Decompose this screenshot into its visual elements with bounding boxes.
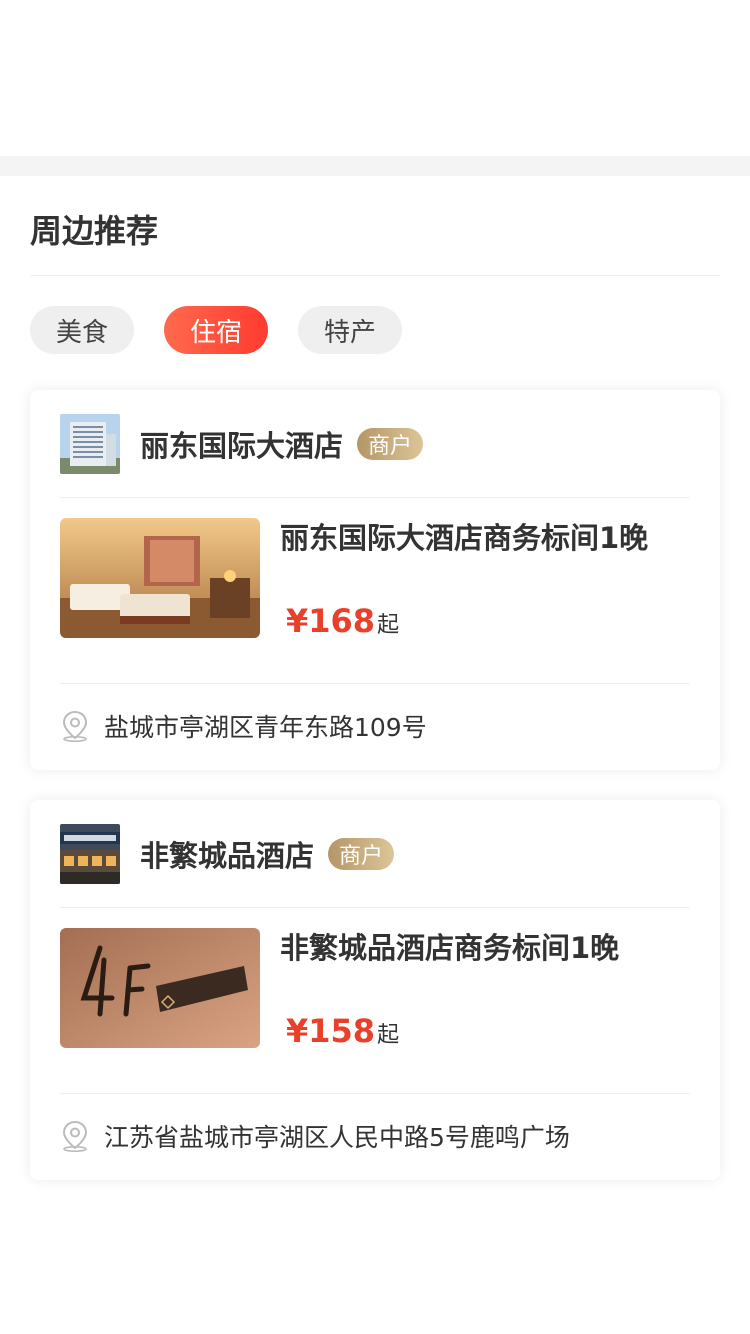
address-text: 江苏省盐城市亭湖区人民中路5号鹿鸣广场 <box>104 1123 570 1152</box>
price-suffix: 起 <box>377 1023 400 1048</box>
product-info: 丽东国际大酒店商务标间1晚 ¥168 起 <box>280 518 648 683</box>
price-suffix: 起 <box>377 613 400 638</box>
merchant-header[interactable]: 非繁城品酒店 商户 <box>60 800 690 908</box>
product-row[interactable]: 非繁城品酒店商务标间1晚 ¥158 起 <box>60 908 690 1094</box>
merchant-card[interactable]: 丽东国际大酒店 商户 丽东国际大酒店商务标间1晚 ¥168 起 盐城市亭湖区青年… <box>30 390 720 770</box>
tab-lodging[interactable]: 住宿 <box>164 306 268 354</box>
product-image <box>60 928 260 1048</box>
product-image <box>60 518 260 638</box>
merchant-badge: 商户 <box>357 427 424 460</box>
product-title: 丽东国际大酒店商务标间1晚 <box>280 521 649 555</box>
nearby-recommendations-section: 周边推荐 美食 住宿 特产 丽东国际大酒店 商户 丽东国际大酒店商务标间1晚 ¥… <box>0 176 750 1334</box>
store-logo-image <box>60 823 120 884</box>
store-name: 丽东国际大酒店 <box>140 428 344 463</box>
location-pin-icon <box>62 710 88 742</box>
address-row[interactable]: 江苏省盐城市亭湖区人民中路5号鹿鸣广场 <box>60 1094 690 1178</box>
price: ¥168 <box>286 602 376 640</box>
product-row[interactable]: 丽东国际大酒店商务标间1晚 ¥168 起 <box>60 498 690 684</box>
location-pin-icon <box>62 1120 88 1152</box>
address-row[interactable]: 盐城市亭湖区青年东路109号 <box>60 684 690 768</box>
section-title: 周边推荐 <box>30 176 720 276</box>
store-name: 非繁城品酒店 <box>140 838 315 873</box>
tab-food[interactable]: 美食 <box>30 306 134 354</box>
merchant-badge: 商户 <box>328 837 395 870</box>
merchant-header[interactable]: 丽东国际大酒店 商户 <box>60 390 690 498</box>
price-row: ¥168 起 <box>280 602 648 640</box>
merchant-card[interactable]: 非繁城品酒店 商户 非繁城品酒店商务标间1晚 ¥158 起 江苏省盐城市亭湖区人… <box>30 800 720 1180</box>
price-row: ¥158 起 <box>280 1012 619 1050</box>
price: ¥158 <box>286 1012 376 1050</box>
product-title: 非繁城品酒店商务标间1晚 <box>280 931 620 965</box>
section-divider <box>0 156 750 176</box>
product-info: 非繁城品酒店商务标间1晚 ¥158 起 <box>280 928 619 1093</box>
top-blank-area <box>0 0 750 156</box>
category-tabs: 美食 住宿 特产 <box>30 306 720 354</box>
address-text: 盐城市亭湖区青年东路109号 <box>104 713 427 742</box>
tab-specialty[interactable]: 特产 <box>298 306 402 354</box>
store-logo-image <box>60 413 120 474</box>
